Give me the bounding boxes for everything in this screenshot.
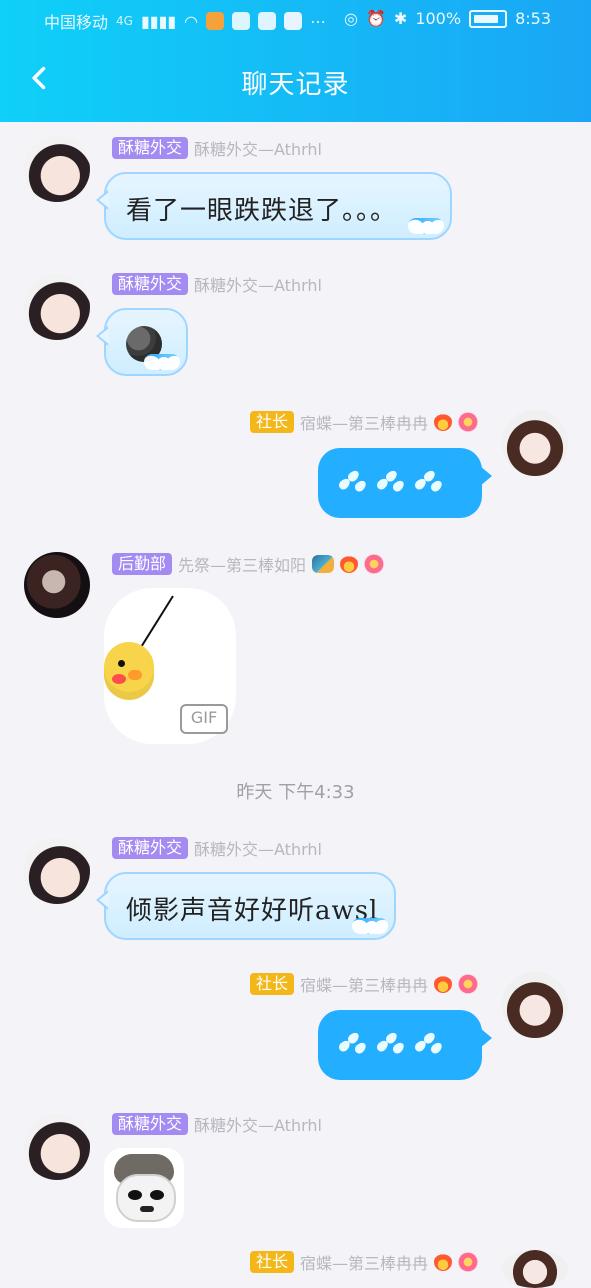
role-tag: 后勤部 bbox=[112, 553, 173, 575]
sender-name: 酥糖外交—Athrhl bbox=[194, 276, 322, 295]
clock-time: 8:53 bbox=[515, 9, 551, 28]
sender-name: 酥糖外交—Athrhl bbox=[194, 140, 322, 159]
flower-icon bbox=[458, 412, 478, 432]
wave-decoration bbox=[408, 218, 444, 234]
avatar[interactable] bbox=[24, 838, 90, 904]
sender-row: 社长 宿蝶—第三棒冉冉 bbox=[216, 972, 478, 996]
flower-icon bbox=[458, 1252, 478, 1272]
drop-icon bbox=[337, 466, 368, 494]
chat-history[interactable]: 酥糖外交 酥糖外交—Athrhl 看了一眼跌跌退了。。。 酥糖外交 酥糖外交—A… bbox=[0, 122, 591, 1288]
battery-percent: 100% bbox=[415, 9, 462, 28]
avatar[interactable] bbox=[24, 136, 90, 202]
sender-name: 宿蝶—第三棒冉冉 bbox=[299, 976, 428, 995]
more-icon: ⋯ bbox=[310, 11, 327, 31]
sender-row: 酥糖外交 酥糖外交—Athrhl bbox=[112, 272, 322, 296]
message-bubble[interactable]: 倾影声音好好听awsl bbox=[96, 872, 396, 940]
role-tag: 酥糖外交 bbox=[112, 137, 189, 159]
sender-name: 酥糖外交—Athrhl bbox=[194, 840, 322, 859]
role-tag: 社长 bbox=[249, 1251, 294, 1273]
eye-icon: ◎ bbox=[344, 9, 358, 28]
page-title: 聊天记录 bbox=[241, 70, 350, 100]
status-bar: 中国移动 4G ▮▮▮▮ ◠ ⋯ ◎ ⏰ ✱ 100% 8:53 bbox=[0, 0, 591, 40]
message-text: 倾影声音好好听awsl bbox=[126, 896, 379, 926]
sender-name: 先祭—第三棒如阳 bbox=[178, 556, 307, 575]
message-bubble[interactable]: 看了一眼跌跌退了。。。 bbox=[96, 172, 452, 240]
avatar[interactable] bbox=[24, 274, 90, 340]
wave-decoration bbox=[352, 918, 388, 934]
fire-icon bbox=[434, 413, 452, 431]
top-bar: 中国移动 4G ▮▮▮▮ ◠ ⋯ ◎ ⏰ ✱ 100% 8:53 聊天记录 bbox=[0, 0, 591, 122]
fire-icon bbox=[434, 975, 452, 993]
sender-row: 后勤部 先祭—第三棒如阳 bbox=[112, 552, 385, 576]
app-icon bbox=[284, 12, 303, 30]
duck-sticker bbox=[104, 642, 154, 700]
status-left: 中国移动 4G ▮▮▮▮ ◠ ⋯ bbox=[44, 9, 326, 33]
eye-icon bbox=[128, 1190, 142, 1200]
eye-icon bbox=[150, 1190, 164, 1200]
carrier-text: 中国移动 bbox=[44, 13, 109, 32]
fire-icon bbox=[340, 555, 359, 573]
sweat-drops-icon bbox=[337, 1028, 444, 1056]
alarm-icon: ⏰ bbox=[365, 9, 386, 28]
sender-row: 酥糖外交 酥糖外交—Athrhl bbox=[112, 1112, 322, 1136]
message-bubble[interactable] bbox=[96, 308, 188, 376]
battery-icon bbox=[469, 9, 508, 28]
avatar[interactable] bbox=[24, 1114, 90, 1180]
sender-row: 社长 宿蝶—第三棒冉冉 bbox=[216, 1250, 478, 1274]
status-right: ◎ ⏰ ✱ 100% 8:53 bbox=[344, 9, 551, 28]
avatar[interactable] bbox=[24, 552, 90, 618]
avatar[interactable] bbox=[502, 1250, 568, 1288]
avatar[interactable] bbox=[502, 410, 568, 476]
fire-icon bbox=[434, 1253, 452, 1271]
role-tag: 酥糖外交 bbox=[112, 273, 189, 295]
duck-eye bbox=[118, 660, 125, 667]
sender-name: 宿蝶—第三棒冉冉 bbox=[299, 414, 428, 433]
app-icon bbox=[258, 12, 277, 30]
signal-icon: ▮▮▮▮ bbox=[140, 11, 177, 31]
sender-row: 社长 宿蝶—第三棒冉冉 bbox=[216, 410, 478, 434]
dragon-icon bbox=[312, 555, 335, 573]
bluetooth-icon: ✱ bbox=[393, 9, 408, 28]
meme-sticker[interactable] bbox=[104, 1148, 184, 1228]
duck-cheek bbox=[112, 674, 126, 684]
sender-name: 酥糖外交—Athrhl bbox=[194, 1116, 322, 1135]
sender-row: 酥糖外交 酥糖外交—Athrhl bbox=[112, 136, 322, 160]
flower-icon bbox=[458, 974, 478, 994]
time-divider: 昨天 下午4:33 bbox=[236, 782, 355, 803]
drop-icon bbox=[337, 1028, 368, 1056]
drop-icon bbox=[375, 1028, 406, 1056]
message-bubble[interactable] bbox=[318, 1010, 492, 1080]
sweat-drops-icon bbox=[337, 466, 444, 494]
role-tag: 酥糖外交 bbox=[112, 1113, 189, 1135]
drop-icon bbox=[375, 466, 406, 494]
drop-icon bbox=[413, 466, 444, 494]
face-icon bbox=[116, 1174, 176, 1222]
network-text: 4G bbox=[116, 14, 133, 28]
app-icon bbox=[206, 12, 225, 30]
sender-row: 酥糖外交 酥糖外交—Athrhl bbox=[112, 836, 322, 860]
mouth-icon bbox=[140, 1206, 154, 1212]
wave-decoration bbox=[144, 354, 180, 370]
sender-name: 宿蝶—第三棒冉冉 bbox=[299, 1254, 428, 1273]
duck-beak bbox=[128, 670, 142, 680]
role-tag: 酥糖外交 bbox=[112, 837, 189, 859]
avatar[interactable] bbox=[502, 972, 568, 1038]
gif-label: GIF bbox=[180, 704, 228, 734]
drop-icon bbox=[413, 1028, 444, 1056]
role-tag: 社长 bbox=[249, 973, 294, 995]
role-tag: 社长 bbox=[249, 411, 294, 433]
wifi-icon: ◠ bbox=[184, 11, 199, 31]
flower-icon bbox=[364, 554, 385, 574]
message-bubble[interactable] bbox=[318, 448, 492, 518]
message-text: 看了一眼跌跌退了。。。 bbox=[126, 196, 398, 226]
app-icon bbox=[232, 12, 251, 30]
gif-sticker[interactable]: GIF bbox=[104, 588, 236, 744]
